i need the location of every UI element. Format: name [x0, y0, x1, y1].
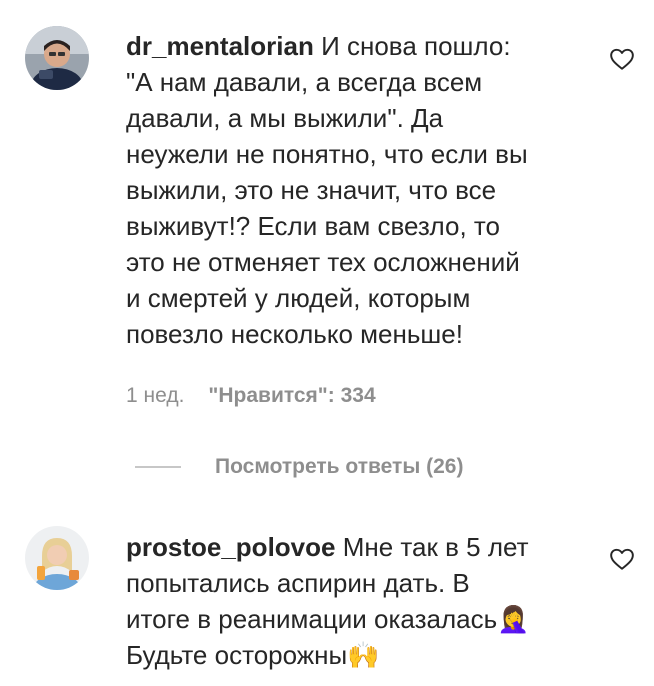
comment-line: это не отменяет тех осложнений: [126, 247, 520, 277]
username[interactable]: prostoe_polovoe: [126, 532, 335, 562]
comment-text: prostoe_polovoe Мне так в 5 лет попытали…: [126, 529, 586, 673]
comment-meta: 1 нед. "Нравится": 334: [126, 384, 376, 408]
avatar[interactable]: [25, 26, 89, 90]
comment-text: dr_mentalorian И снова пошло: "А нам дав…: [126, 28, 586, 352]
comment-line: попытались аспирин дать. В: [126, 568, 470, 598]
heart-outline-icon[interactable]: [609, 46, 635, 72]
comment-line: "А нам давали, а всегда всем: [126, 67, 483, 97]
comment-line: неужели не понятно, что если вы: [126, 139, 528, 169]
comment-line: Мне так в 5 лет: [342, 532, 529, 562]
comment-time: 1 нед.: [126, 384, 185, 407]
comment-line: повезло несколько меньше!: [126, 319, 463, 349]
likes-count[interactable]: "Нравится": 334: [208, 384, 375, 407]
replies-divider: [135, 466, 181, 468]
heart-outline-icon[interactable]: [609, 546, 635, 572]
comment-line: и смертей у людей, которым: [126, 283, 471, 313]
comment-line: выживут!? Если вам свезло, то: [126, 211, 501, 241]
view-replies-button[interactable]: Посмотреть ответы (26): [135, 453, 463, 481]
comment-line: Будьте осторожны🙌: [126, 640, 380, 670]
view-replies-label: Посмотреть ответы (26): [215, 455, 464, 478]
avatar[interactable]: [25, 526, 89, 590]
username[interactable]: dr_mentalorian: [126, 31, 314, 61]
comment-line: давали, а мы выжили". Да: [126, 103, 444, 133]
comment-line: И снова пошло:: [321, 31, 511, 61]
comment-line: итоге в реанимации оказалась🤦‍♀️: [126, 604, 530, 634]
comment-line: выжили, это не значит, что все: [126, 175, 497, 205]
